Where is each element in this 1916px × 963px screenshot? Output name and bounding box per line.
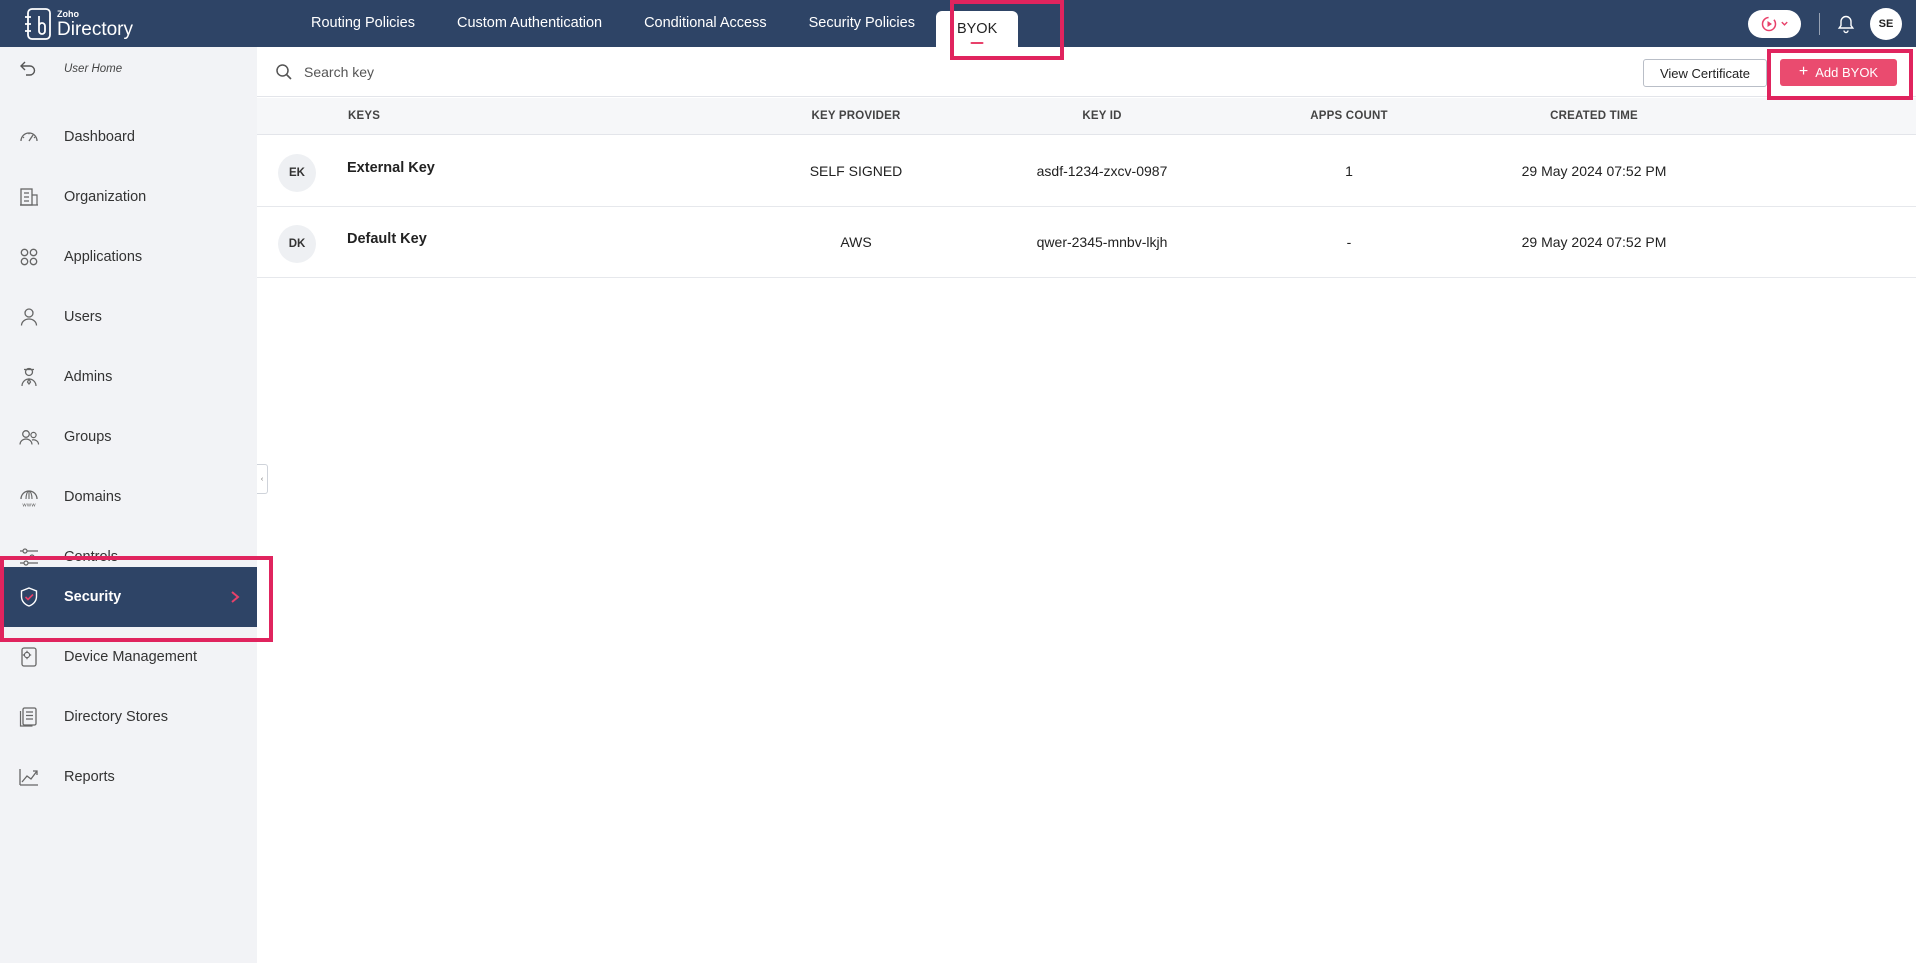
column-header-key-id[interactable]: KEY ID: [1082, 98, 1121, 135]
sidebar-item-label: Dashboard: [64, 129, 135, 145]
zoho-directory-logo-icon: [25, 8, 51, 40]
sidebar-item-security[interactable]: Security: [0, 567, 257, 627]
toolbar: View Certificate + Add BYOK: [257, 47, 1916, 97]
column-header-key-provider[interactable]: KEY PROVIDER: [811, 98, 900, 135]
back-arrow-icon: [20, 61, 36, 76]
user-icon: [20, 308, 38, 326]
sidebar-item-users[interactable]: Users: [0, 287, 257, 347]
plus-icon: +: [1798, 62, 1809, 80]
search-icon: [276, 64, 292, 80]
brand-small-text: Zoho: [57, 8, 79, 19]
divider: [1819, 12, 1820, 35]
created-time-cell: 29 May 2024 07:52 PM: [1521, 234, 1667, 250]
apps-count-cell: 1: [1345, 163, 1353, 179]
sidebar-item-organization[interactable]: Organization: [0, 167, 257, 227]
sidebar-item-label: Applications: [64, 249, 143, 265]
key-provider-cell: SELF SIGNED: [809, 163, 903, 179]
sidebar-item-label: Device Management: [64, 649, 197, 665]
key-name[interactable]: External Key: [347, 160, 435, 176]
sidebar-item-device-management[interactable]: Device Management: [0, 627, 257, 687]
key-avatar: DK: [278, 225, 316, 263]
user-avatar[interactable]: SE: [1870, 7, 1902, 40]
bell-icon[interactable]: [1836, 14, 1856, 34]
chevron-down-icon: [1780, 21, 1788, 26]
sliders-icon: [20, 548, 38, 566]
key-id-cell: asdf-1234-zxcv-0987: [1036, 163, 1168, 179]
key-avatar: EK: [278, 154, 316, 192]
group-icon: [19, 430, 40, 445]
sidebar-item-directory-stores[interactable]: Directory Stores: [0, 687, 257, 747]
table-row[interactable]: DK Default Key AWS qwer-2345-mnbv-lkjh -…: [257, 207, 1916, 278]
created-time-cell: 29 May 2024 07:52 PM: [1521, 163, 1667, 179]
sidebar-item-dashboard[interactable]: Dashboard: [0, 107, 257, 167]
sidebar-item-label: Directory Stores: [64, 709, 168, 725]
sidebar-item-reports[interactable]: Reports: [0, 747, 257, 807]
top-bar: Zoho Directory Routing Policies Custom A…: [0, 0, 1916, 47]
table-row[interactable]: EK External Key SELF SIGNED asdf-1234-zx…: [257, 136, 1916, 207]
tab-security-policies[interactable]: Security Policies: [788, 0, 936, 47]
building-icon: [20, 188, 38, 206]
tab-routing-policies[interactable]: Routing Policies: [290, 0, 436, 47]
brand-name: Directory: [57, 18, 134, 40]
sidebar-item-domains[interactable]: www Domains: [0, 467, 257, 527]
sidebar-item-label: Security: [64, 589, 122, 605]
svg-text:www: www: [22, 503, 36, 509]
search-input[interactable]: [304, 60, 704, 84]
sidebar-collapse-handle[interactable]: ‹: [257, 464, 268, 494]
sidebar-item-label: Domains: [64, 489, 122, 505]
sidebar-item-label: Users: [64, 309, 102, 325]
add-byok-label: Add BYOK: [1815, 65, 1879, 80]
key-id-cell: qwer-2345-mnbv-lkjh: [1036, 234, 1168, 250]
add-byok-button[interactable]: + Add BYOK: [1780, 59, 1897, 86]
sidebar-item-label: Organization: [64, 189, 147, 205]
sidebar-item-admins[interactable]: Admins: [0, 347, 257, 407]
apps-grid-icon: [20, 248, 38, 266]
top-right-tools: SE: [1748, 0, 1902, 47]
app-logo[interactable]: Zoho Directory: [22, 6, 133, 42]
tab-conditional-access[interactable]: Conditional Access: [623, 0, 788, 47]
key-name[interactable]: Default Key: [347, 231, 427, 247]
top-navigation: Routing Policies Custom Authentication C…: [290, 0, 1019, 47]
dashboard-gauge-icon: [20, 132, 38, 142]
sidebar-item-label: Reports: [64, 769, 115, 785]
sidebar-item-groups[interactable]: Groups: [0, 407, 257, 467]
www-domain-icon: www: [20, 490, 38, 509]
tab-byok[interactable]: BYOK: [935, 11, 1019, 47]
column-header-created-time[interactable]: CREATED TIME: [1550, 98, 1638, 135]
sidebar-item-label: Admins: [64, 369, 113, 385]
user-home-label: User Home: [64, 63, 123, 75]
column-header-apps-count[interactable]: APPS COUNT: [1310, 98, 1387, 135]
record-play-icon: [1761, 16, 1776, 31]
view-certificate-button[interactable]: View Certificate: [1643, 59, 1767, 87]
chevron-right-icon: [231, 591, 240, 603]
recording-menu-button[interactable]: [1748, 9, 1801, 38]
user-home-link[interactable]: User Home: [0, 47, 257, 91]
table-header: KEYS KEY PROVIDER KEY ID APPS COUNT CREA…: [257, 98, 1916, 135]
key-provider-cell: AWS: [840, 234, 872, 250]
device-gear-icon: [21, 647, 37, 667]
sidebar: User Home Dashboard Organization Applica…: [0, 47, 257, 963]
directory-store-icon: [19, 707, 37, 727]
column-header-keys[interactable]: KEYS: [348, 98, 380, 135]
shield-icon: [20, 587, 38, 607]
sidebar-item-label: Controls: [64, 549, 118, 565]
admin-icon: [21, 367, 37, 387]
apps-count-cell: -: [1346, 234, 1352, 250]
sidebar-item-label: Groups: [64, 429, 112, 445]
tab-custom-authentication[interactable]: Custom Authentication: [436, 0, 623, 47]
reports-chart-icon: [19, 769, 38, 786]
sidebar-item-applications[interactable]: Applications: [0, 227, 257, 287]
